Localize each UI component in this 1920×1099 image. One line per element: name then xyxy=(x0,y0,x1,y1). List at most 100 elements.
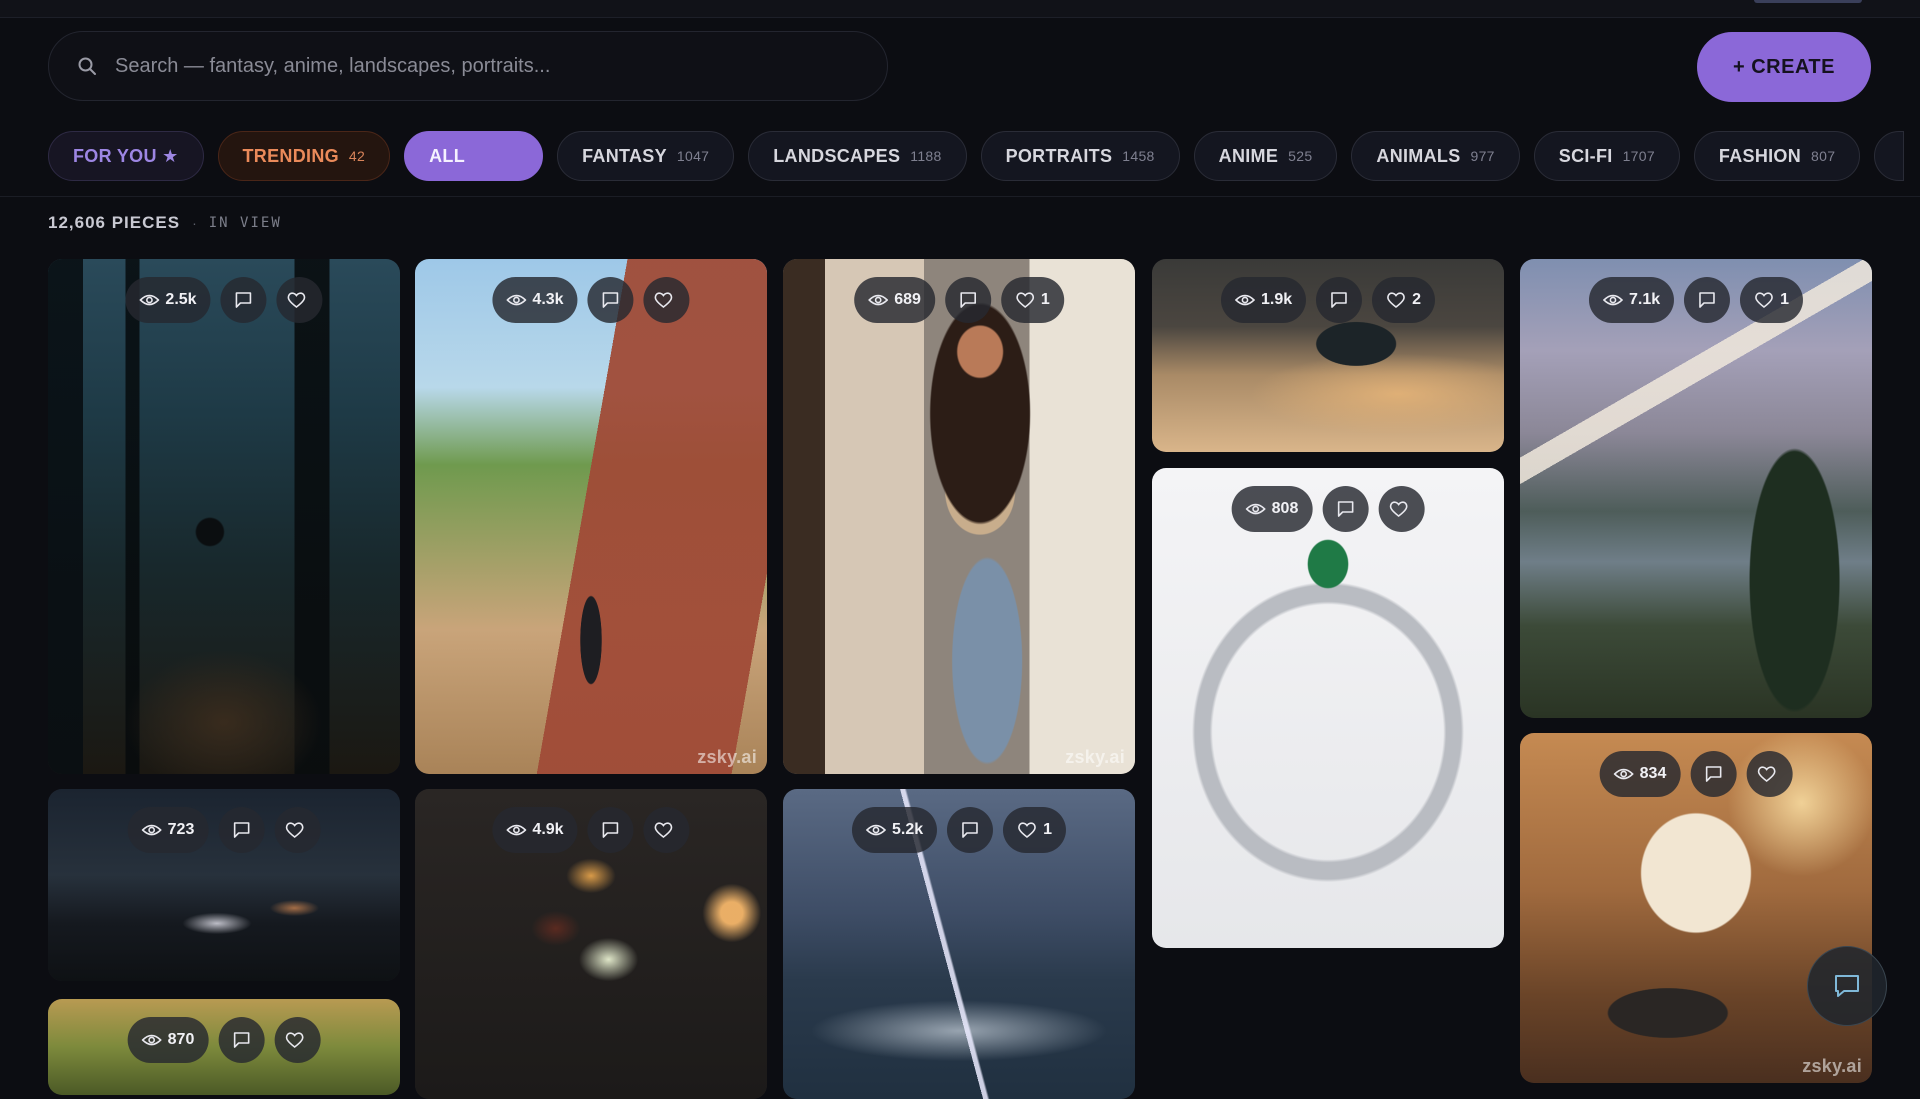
like-button[interactable]: 1 xyxy=(1000,277,1064,323)
comment-button[interactable] xyxy=(587,807,634,853)
heart-icon xyxy=(285,1032,304,1049)
filter-count: 42 xyxy=(348,148,366,164)
card-emerald-ring[interactable]: 808 xyxy=(1152,468,1504,948)
heart-icon xyxy=(1387,292,1405,309)
create-button-label: + CREATE xyxy=(1733,55,1835,78)
filter-count: 807 xyxy=(1811,148,1836,164)
comment-icon xyxy=(1705,766,1722,782)
comment-button[interactable] xyxy=(1322,486,1369,532)
views-count: 834 xyxy=(1639,765,1667,782)
like-button[interactable]: 1 xyxy=(1740,277,1804,323)
eye-icon xyxy=(1234,294,1255,306)
views-pill: 723 xyxy=(127,807,209,853)
comment-button[interactable] xyxy=(944,277,991,323)
search-input[interactable] xyxy=(115,46,855,86)
like-button[interactable] xyxy=(276,277,323,323)
filter-animals[interactable]: ANIMALS 977 xyxy=(1351,131,1520,181)
like-button[interactable] xyxy=(274,807,321,853)
filter-label: ALL xyxy=(429,145,465,166)
search-bar[interactable] xyxy=(48,31,888,101)
eye-icon xyxy=(141,824,162,836)
filter-landscapes[interactable]: LANDSCAPES 1188 xyxy=(748,131,967,181)
views-pill: 7.1k xyxy=(1588,277,1675,323)
heart-icon xyxy=(1389,501,1408,518)
like-button[interactable] xyxy=(1746,751,1793,797)
card-race-car[interactable]: 1.9k 2 xyxy=(1152,259,1504,452)
heart-icon xyxy=(1755,292,1773,309)
chat-button[interactable] xyxy=(1807,946,1887,1026)
filter-count: 525 xyxy=(1288,148,1313,164)
views-pill: 1.9k xyxy=(1220,277,1307,323)
comment-button[interactable] xyxy=(218,1017,265,1063)
filter-for-you[interactable]: FOR YOU ★ xyxy=(48,131,204,181)
comment-button[interactable] xyxy=(1316,277,1363,323)
artwork-emerald-ring xyxy=(1152,468,1504,948)
views-pill: 689 xyxy=(854,277,935,323)
filter-trending[interactable]: TRENDING 42 xyxy=(217,131,391,181)
comment-button[interactable] xyxy=(587,277,634,323)
likes-count: 2 xyxy=(1412,291,1422,308)
comment-button[interactable] xyxy=(947,807,994,853)
heart-icon xyxy=(1757,766,1776,783)
filter-fantasy[interactable]: FANTASY 1047 xyxy=(557,131,735,181)
like-button[interactable] xyxy=(1378,486,1425,532)
card-mountain-lake[interactable]: 7.1k 1 xyxy=(1520,259,1872,718)
filter-sci-fi[interactable]: SCI-FI 1707 xyxy=(1533,131,1680,181)
card-stats: 870 xyxy=(127,1017,321,1063)
heart-icon xyxy=(285,822,304,839)
like-button[interactable] xyxy=(643,277,690,323)
card-stats: 808 xyxy=(1231,486,1425,532)
comment-icon xyxy=(602,822,619,838)
card-flying-food[interactable]: 4.9k xyxy=(415,789,767,1099)
card-night-street[interactable]: 723 xyxy=(48,789,400,981)
filter-anime[interactable]: ANIME 525 xyxy=(1193,131,1338,181)
views-count: 689 xyxy=(894,291,921,308)
views-pill: 2.5k xyxy=(125,277,211,323)
views-count: 4.3k xyxy=(532,291,564,308)
filter-fashion[interactable]: FASHION 807 xyxy=(1693,131,1861,181)
card-cooking-mascot[interactable]: 834 zsky.ai xyxy=(1520,733,1872,1083)
heart-icon xyxy=(654,822,673,839)
views-pill: 4.3k xyxy=(492,277,578,323)
card-stats: 5.2k 1 xyxy=(851,807,1067,853)
filter-all[interactable]: ALL xyxy=(404,131,544,181)
create-button[interactable]: + CREATE xyxy=(1697,32,1871,102)
filter-portraits[interactable]: PORTRAITS 1458 xyxy=(980,131,1180,181)
filter-label: PORTRAITS xyxy=(1005,145,1113,166)
views-pill: 808 xyxy=(1231,486,1313,532)
like-button[interactable] xyxy=(643,807,690,853)
card-storm-sea[interactable]: 5.2k 1 xyxy=(783,789,1135,1099)
filter-count: 1458 xyxy=(1122,148,1155,164)
comment-button[interactable] xyxy=(1690,751,1737,797)
watermark: zsky.ai xyxy=(697,747,757,767)
artwork-forest xyxy=(48,259,400,774)
eye-icon xyxy=(506,824,527,836)
card-meadow[interactable]: 870 xyxy=(48,999,400,1095)
eye-icon xyxy=(1245,503,1266,515)
views-count: 2.5k xyxy=(165,291,197,308)
comment-button[interactable] xyxy=(1684,277,1731,323)
header-divider xyxy=(0,196,1920,197)
filter-label: LANDSCAPES xyxy=(773,145,901,166)
card-street-anime[interactable]: 4.3k zsky.ai xyxy=(415,259,767,774)
card-portrait-woman[interactable]: 689 1 zsky.ai xyxy=(783,259,1135,774)
eye-icon xyxy=(506,294,527,306)
search-icon xyxy=(75,54,99,78)
comment-button[interactable] xyxy=(218,807,265,853)
filter-label: ANIME xyxy=(1218,145,1279,166)
card-stats: 2.5k xyxy=(125,277,323,323)
filter-next-partial[interactable] xyxy=(1874,131,1905,181)
like-button[interactable] xyxy=(274,1017,321,1063)
artwork-mountain-lake xyxy=(1520,259,1872,718)
views-pill: 5.2k xyxy=(851,807,938,853)
comment-icon xyxy=(962,822,978,838)
comment-icon xyxy=(233,822,250,838)
comment-button[interactable] xyxy=(220,277,267,323)
views-count: 1.9k xyxy=(1260,291,1293,308)
card-forest[interactable]: 2.5k xyxy=(48,259,400,774)
like-button[interactable]: 2 xyxy=(1372,277,1436,323)
filter-label: SCI-FI xyxy=(1558,145,1613,166)
like-button[interactable]: 1 xyxy=(1003,807,1067,853)
filter-label: ANIMALS xyxy=(1376,145,1461,166)
filter-count: 1707 xyxy=(1622,148,1655,164)
